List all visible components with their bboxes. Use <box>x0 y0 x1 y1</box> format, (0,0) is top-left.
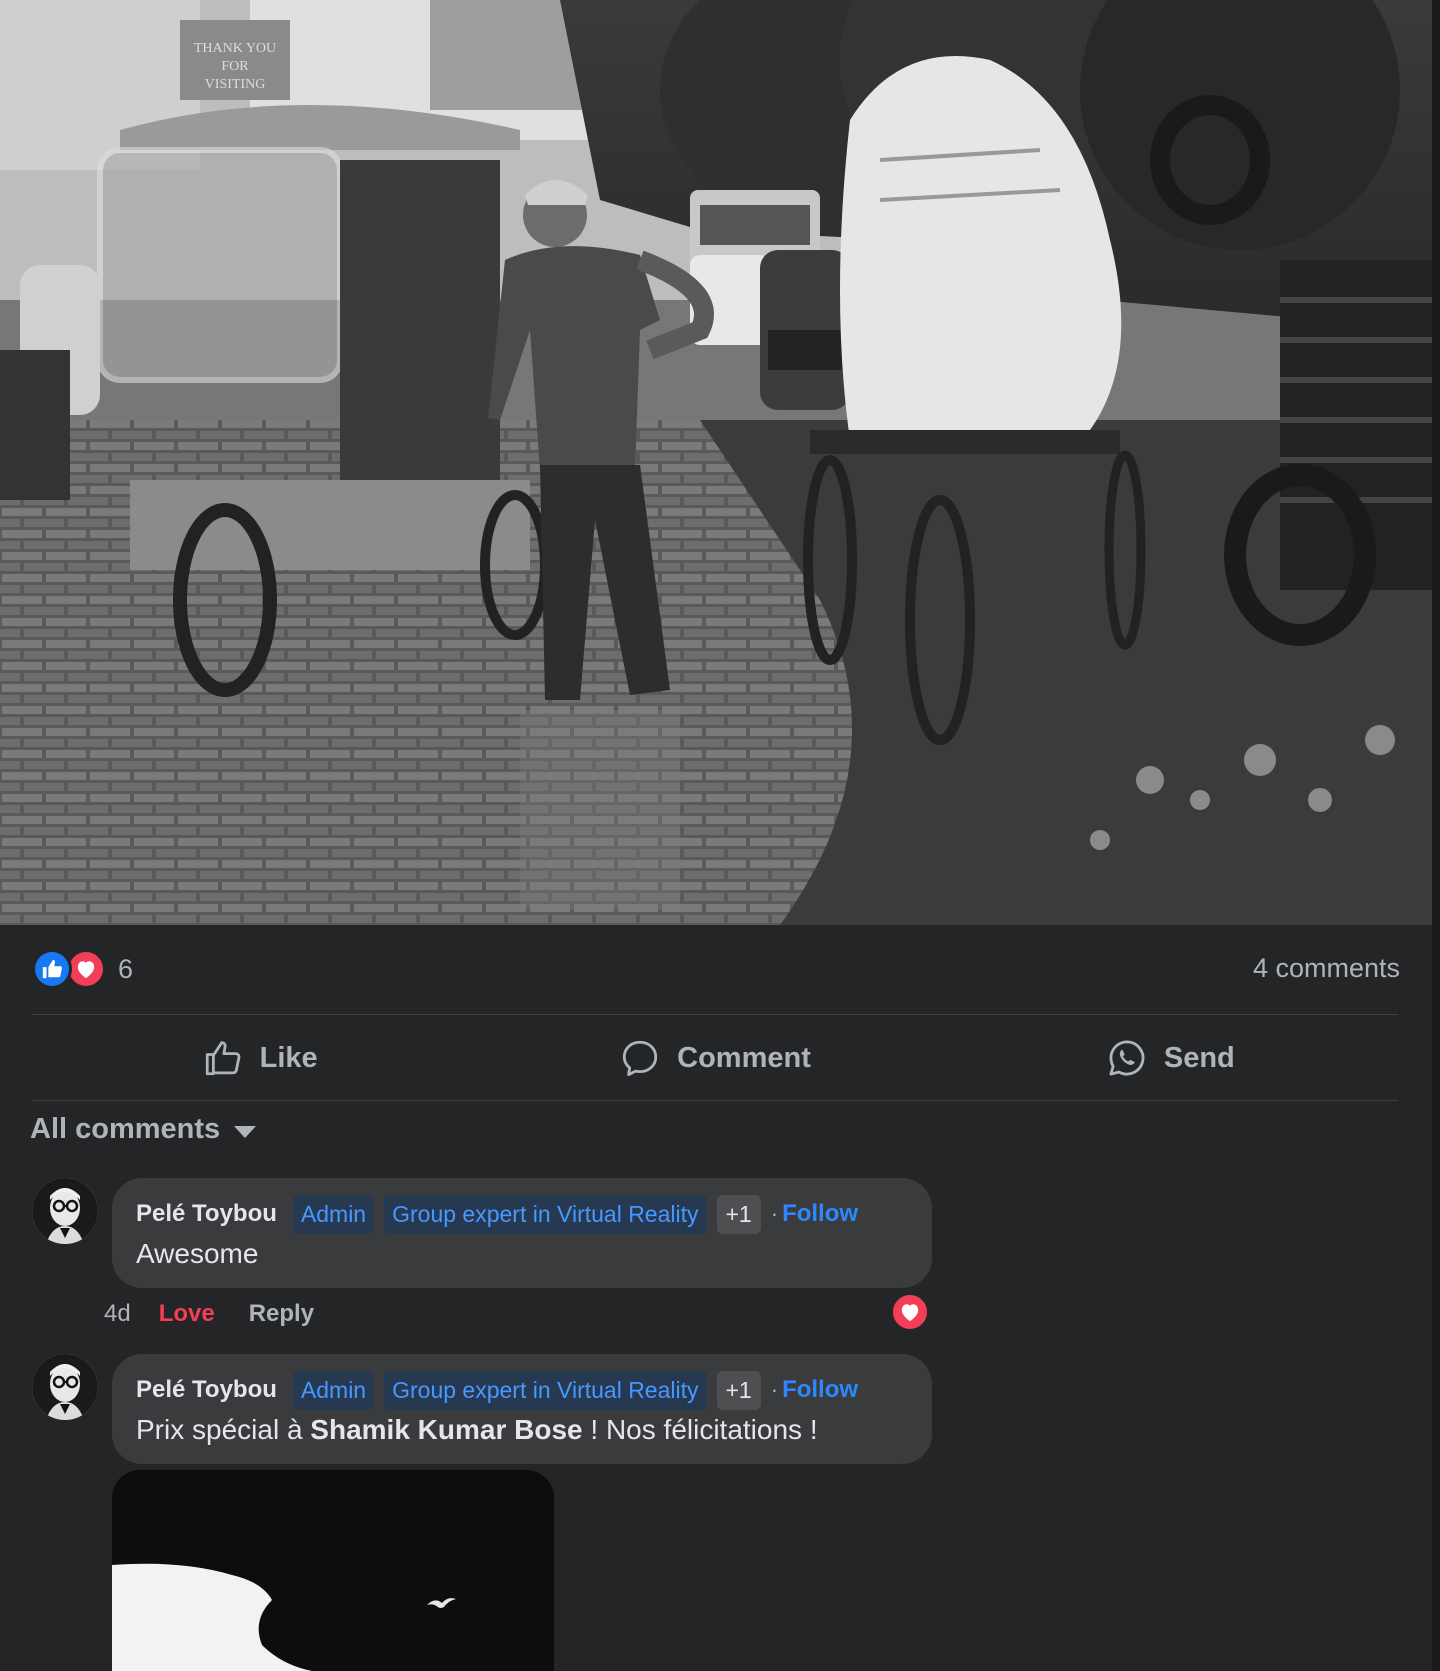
like-icon <box>32 949 72 989</box>
comment-text-after: ! Nos félicitations ! <box>582 1414 818 1445</box>
post-action-bar: Like Comment Send <box>32 1015 1398 1101</box>
divider <box>32 1100 1398 1101</box>
comment-bubble: Pelé Toybou Admin Group expert in Virtua… <box>112 1354 932 1464</box>
post-card: THANK YOU FOR VISITING 6 4 comments Like… <box>0 0 1432 1671</box>
comment-text: Awesome <box>136 1238 259 1269</box>
comment: Pelé Toybou Admin Group expert in Virtua… <box>32 1178 1412 1298</box>
like-button[interactable]: Like <box>32 1015 487 1101</box>
scrollbar-track[interactable] <box>1432 0 1440 1671</box>
comment: Pelé Toybou Admin Group expert in Virtua… <box>32 1354 1412 1464</box>
sort-label: All comments <box>30 1113 221 1145</box>
reply-button[interactable]: Reply <box>249 1300 314 1328</box>
like-label: Like <box>259 1041 318 1074</box>
bird-photo <box>112 1470 554 1671</box>
comment-author[interactable]: Pelé Toybou <box>136 1376 277 1404</box>
follow-button[interactable]: Follow <box>782 1376 858 1404</box>
comments-count-link[interactable]: 4 comments <box>1253 953 1400 984</box>
caret-down-icon <box>234 1125 257 1138</box>
street-scene-photo: THANK YOU FOR VISITING <box>0 0 1432 925</box>
mentioned-user[interactable]: Shamik Kumar Bose <box>310 1414 582 1445</box>
separator-dot: · <box>770 1201 779 1226</box>
comment-bubble-icon <box>622 1040 658 1077</box>
send-label: Send <box>1163 1041 1235 1074</box>
follow-button[interactable]: Follow <box>782 1200 858 1228</box>
sign-line-2: FOR <box>221 59 249 74</box>
comment-meta: Pelé Toybou Admin Group expert in Virtua… <box>136 1194 908 1234</box>
thumbs-up-icon <box>205 1041 241 1076</box>
comment-bubble: Pelé Toybou Admin Group expert in Virtua… <box>112 1178 932 1288</box>
portrait-avatar <box>32 1178 98 1244</box>
send-button[interactable]: Send <box>943 1015 1398 1101</box>
comment-label: Comment <box>677 1041 811 1074</box>
admin-badge[interactable]: Admin <box>292 1370 375 1410</box>
post-photo[interactable]: THANK YOU FOR VISITING <box>0 0 1432 925</box>
comment-text: Prix spécial à Shamik Kumar Bose ! Nos f… <box>136 1414 908 1446</box>
comment-meta: Pelé Toybou Admin Group expert in Virtua… <box>136 1370 908 1410</box>
reaction-count: 6 <box>118 953 134 984</box>
comment-text-before: Prix spécial à <box>136 1414 311 1445</box>
sign-line-3: VISITING <box>205 77 266 92</box>
love-icon <box>66 949 106 989</box>
avatar[interactable] <box>32 1178 98 1244</box>
more-badges-button[interactable]: +1 <box>716 1370 761 1410</box>
group-expert-badge[interactable]: Group expert in Virtual Reality <box>384 1194 707 1234</box>
comment-actions: 4d Love Reply <box>104 1300 314 1328</box>
group-expert-badge[interactable]: Group expert in Virtual Reality <box>384 1370 707 1410</box>
comment-attachment-image[interactable] <box>112 1470 554 1671</box>
comment-timestamp[interactable]: 4d <box>104 1300 131 1328</box>
portrait-avatar <box>32 1354 98 1420</box>
avatar[interactable] <box>32 1354 98 1420</box>
comment-sort-dropdown[interactable]: All comments <box>30 1113 257 1146</box>
whatsapp-icon <box>1109 1040 1145 1076</box>
love-icon[interactable] <box>890 1292 930 1332</box>
love-reaction-button[interactable]: Love <box>159 1300 215 1328</box>
comment-button[interactable]: Comment <box>487 1015 942 1101</box>
post-stats: 6 4 comments <box>32 945 1400 993</box>
admin-badge[interactable]: Admin <box>292 1194 375 1234</box>
more-badges-button[interactable]: +1 <box>716 1194 761 1234</box>
reactions-summary[interactable]: 6 <box>32 949 133 989</box>
sign-line-1: THANK YOU <box>194 41 276 56</box>
comment-author[interactable]: Pelé Toybou <box>136 1200 277 1228</box>
separator-dot: · <box>770 1377 779 1402</box>
